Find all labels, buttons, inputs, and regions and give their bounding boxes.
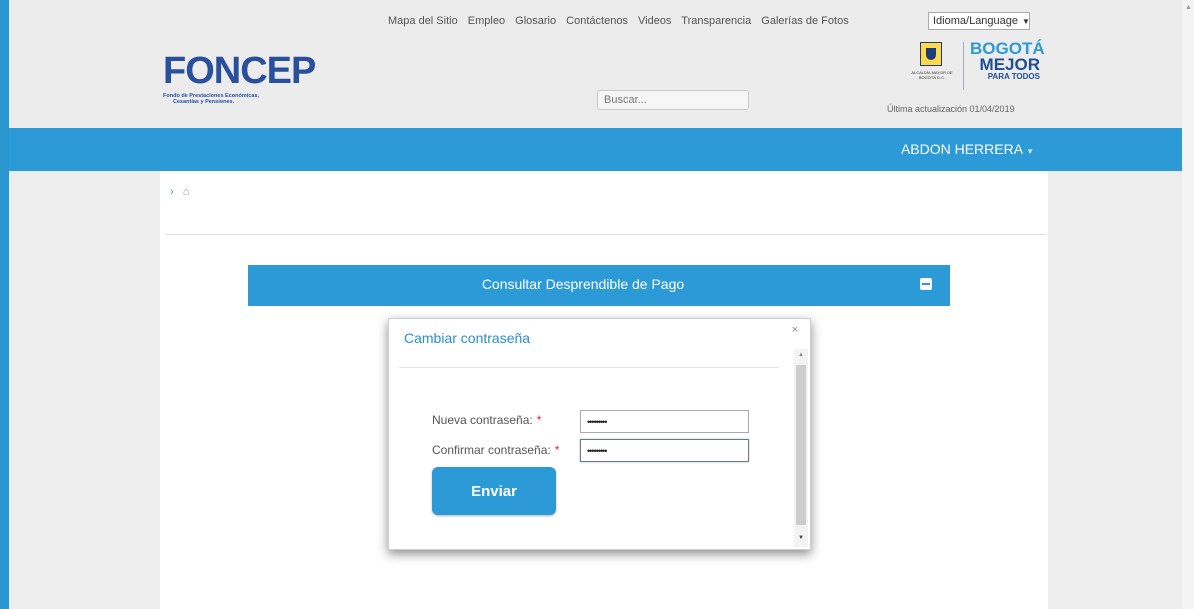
required-mark: * bbox=[536, 413, 542, 427]
bogota-crest-logo: ALCALDÍA MAYOR DE BOGOTÁ D.C. bbox=[907, 42, 957, 90]
logo-wordmark: FONCEP bbox=[163, 50, 316, 92]
scroll-up-icon[interactable]: ▲ bbox=[798, 352, 804, 358]
crest-caption: ALCALDÍA MAYOR DE BOGOTÁ D.C. bbox=[911, 70, 953, 80]
collapse-icon[interactable] bbox=[920, 278, 932, 290]
language-select[interactable]: Idioma/Language ▼ bbox=[928, 12, 1030, 30]
confirm-password-field[interactable] bbox=[580, 439, 749, 462]
change-password-dialog: Cambiar contraseña × ▲ ▼ bbox=[388, 318, 811, 550]
chevron-down-icon: ▼ bbox=[1026, 147, 1034, 156]
home-icon[interactable]: ⌂ bbox=[183, 186, 190, 198]
breadcrumb: › ⌂ bbox=[170, 186, 189, 198]
chevron-right-icon: › bbox=[170, 186, 174, 198]
content-divider bbox=[166, 234, 1046, 235]
panel-title: Consultar Desprendible de Pago bbox=[481, 276, 685, 292]
nav-link-glossary[interactable]: Glosario bbox=[515, 15, 556, 27]
new-password-field[interactable] bbox=[580, 410, 749, 433]
search-input[interactable] bbox=[597, 90, 749, 110]
scroll-down-icon[interactable]: ▼ bbox=[798, 535, 804, 541]
bogota-logo-line2: MEJOR bbox=[979, 55, 1040, 74]
scrollbar-thumb[interactable] bbox=[796, 365, 806, 525]
dialog-title: Cambiar contraseña bbox=[404, 330, 531, 346]
nav-link-employment[interactable]: Empleo bbox=[468, 15, 505, 27]
new-password-label: Nueva contraseña: * bbox=[432, 413, 541, 427]
logo-subtitle-2: Cesantías y Pensiones. bbox=[173, 99, 235, 105]
submit-button[interactable]: Enviar bbox=[432, 467, 556, 515]
top-navigation: Mapa del Sitio Empleo Glosario Contácten… bbox=[388, 15, 856, 27]
dialog-scrollbar[interactable]: ▲ ▼ bbox=[794, 349, 808, 547]
language-select-value: Idioma/Language bbox=[933, 15, 1019, 27]
last-updated-text: Última actualización 01/04/2019 bbox=[887, 104, 1015, 114]
foncep-logo[interactable]: FONCEP Fondo de Prestaciones Económicas,… bbox=[163, 50, 316, 105]
close-icon[interactable]: × bbox=[792, 324, 798, 336]
new-password-label-text: Nueva contraseña: bbox=[432, 413, 533, 427]
nav-link-sitemap[interactable]: Mapa del Sitio bbox=[388, 15, 458, 27]
nav-link-photo-galleries[interactable]: Galerías de Fotos bbox=[761, 15, 848, 27]
confirm-password-label-text: Confirmar contraseña: bbox=[432, 443, 551, 457]
page-scrollbar[interactable]: ▲ bbox=[1182, 0, 1194, 609]
crest-shield-icon bbox=[920, 42, 942, 66]
dialog-divider bbox=[399, 367, 779, 368]
bogota-mejor-logo: BOGOTÁ MEJOR PARA TODOS bbox=[970, 40, 1045, 81]
required-mark: * bbox=[554, 443, 560, 457]
window-edge bbox=[0, 0, 9, 609]
user-name: ABDON HERRERA bbox=[900, 141, 1024, 157]
confirm-password-label: Confirmar contraseña: * bbox=[432, 443, 559, 457]
nav-link-videos[interactable]: Videos bbox=[638, 15, 671, 27]
chevron-down-icon: ▼ bbox=[1022, 17, 1030, 26]
nav-link-contact[interactable]: Contáctenos bbox=[566, 15, 628, 27]
logo-divider bbox=[963, 42, 964, 90]
nav-link-transparency[interactable]: Transparencia bbox=[681, 15, 751, 27]
user-menu[interactable]: ABDON HERRERA ▼ bbox=[901, 141, 1034, 157]
scroll-up-icon[interactable]: ▲ bbox=[1185, 4, 1192, 11]
